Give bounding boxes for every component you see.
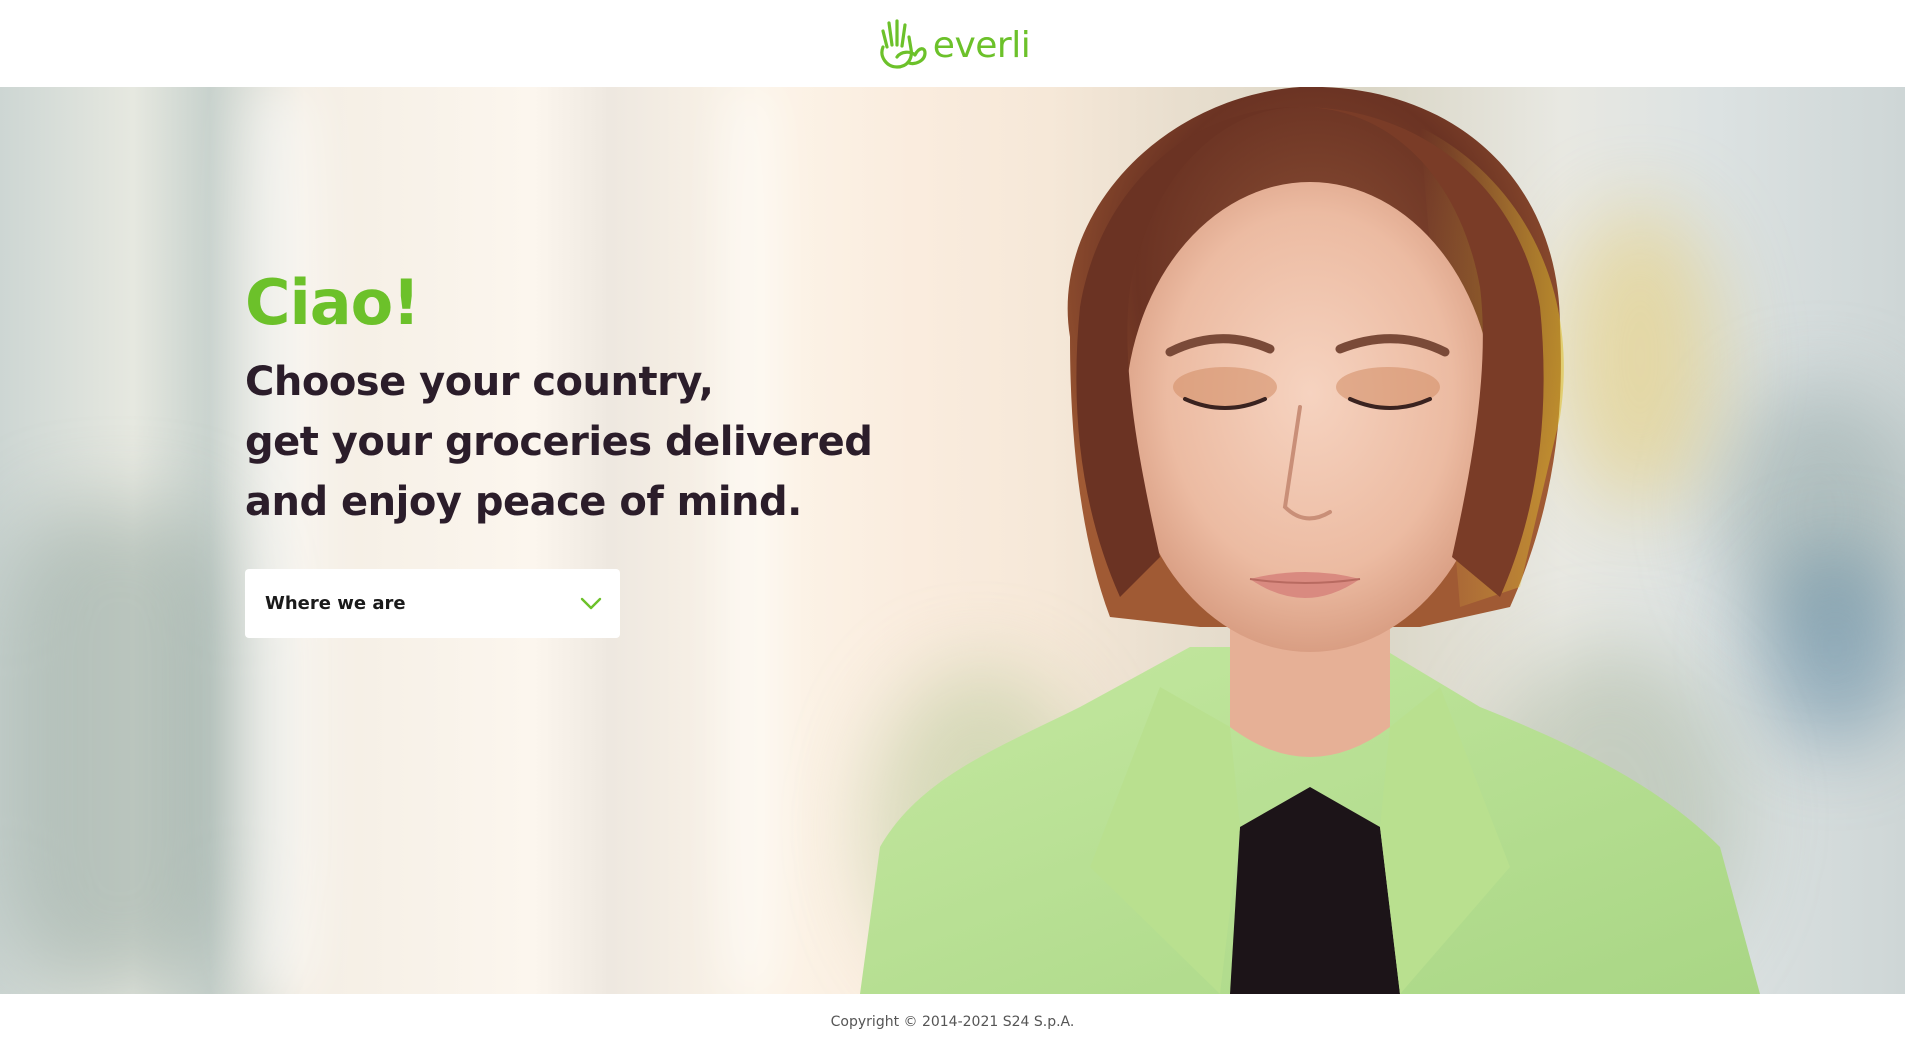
hero-woman-image	[860, 87, 1760, 994]
chevron-down-icon	[580, 597, 602, 609]
background-blur	[0, 507, 240, 987]
headline-line: Choose your country,	[245, 359, 714, 405]
hero-section: Ciao! Choose your country, get your groc…	[0, 87, 1905, 994]
country-select-label: Where we are	[265, 593, 406, 614]
hero-headline: Choose your country, get your groceries …	[245, 352, 965, 532]
hands-logo-icon	[880, 18, 927, 69]
everli-logo[interactable]: everli	[875, 17, 1031, 71]
greeting-heading: Ciao!	[245, 266, 420, 339]
country-select-dropdown[interactable]: Where we are	[245, 569, 620, 638]
site-header: everli	[0, 0, 1905, 87]
site-footer: Copyright © 2014-2021 S24 S.p.A.	[0, 994, 1905, 1049]
hero-copy: Ciao! Choose your country, get your groc…	[245, 272, 965, 532]
background-blur	[720, 87, 780, 994]
logo-wordmark: everli	[932, 24, 1031, 66]
background-blur	[240, 87, 320, 994]
copyright-text: Copyright © 2014-2021 S24 S.p.A.	[830, 1013, 1075, 1030]
headline-line: and enjoy peace of mind.	[245, 479, 802, 525]
headline-line: get your groceries delivered	[245, 419, 873, 465]
